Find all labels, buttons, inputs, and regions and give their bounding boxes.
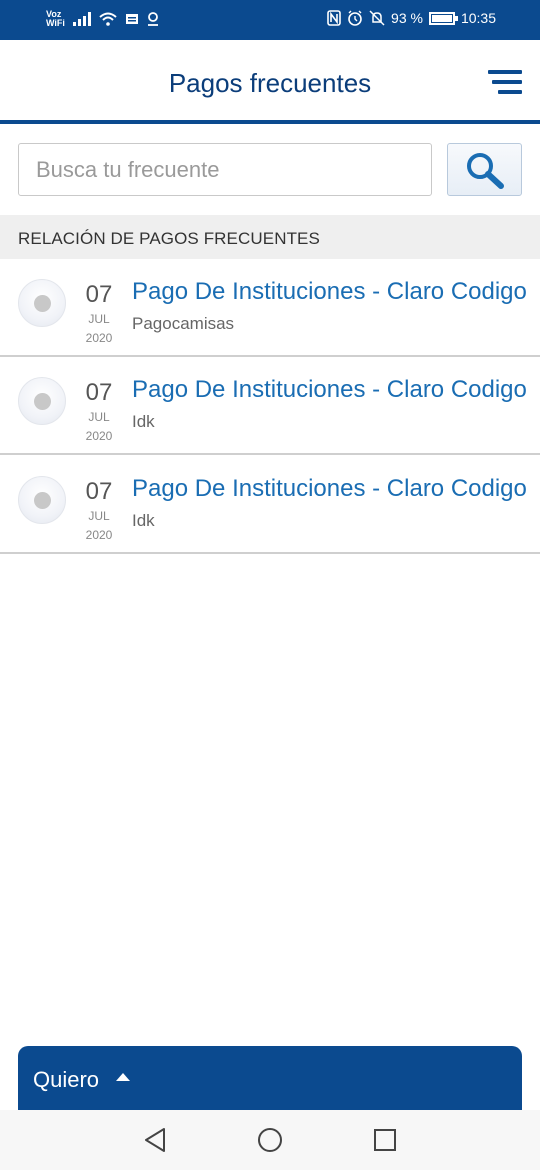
- battery-icon: [428, 11, 458, 25]
- status-bar: Voz WiFi 93 % 10:35: [0, 0, 540, 40]
- nfc-icon: [327, 10, 341, 26]
- date-month: JUL: [88, 312, 110, 326]
- date-year: 2020: [85, 429, 113, 443]
- message-icon: [125, 14, 138, 24]
- system-nav-bar: [0, 1110, 540, 1170]
- payment-title[interactable]: Pago De Instituciones - Claro Codigo: [132, 278, 527, 306]
- caret-up-icon: [116, 1073, 130, 1081]
- search-button[interactable]: [447, 143, 522, 196]
- wifi-label: WiFi: [46, 18, 65, 28]
- menu-icon[interactable]: [488, 70, 522, 96]
- battery-percent: 93 %: [391, 10, 423, 26]
- section-title: RELACIÓN DE PAGOS FRECUENTES: [18, 229, 320, 248]
- battery-level: [431, 14, 453, 22]
- location-icon: [147, 12, 158, 26]
- mute-icon: [369, 10, 385, 26]
- date-year: 2020: [85, 331, 113, 345]
- app-header: Pagos frecuentes: [0, 40, 540, 121]
- payment-item[interactable]: 07 JUL 2020 Pago De Instituciones - Clar…: [0, 456, 540, 554]
- radio-button[interactable]: [18, 476, 66, 524]
- status-bar-right: 93 % 10:35: [327, 10, 496, 26]
- status-bar-left: Voz WiFi: [46, 10, 159, 28]
- radio-dot: [34, 492, 51, 509]
- header-divider: [0, 120, 540, 124]
- date-year: 2020: [85, 528, 113, 542]
- radio-button[interactable]: [18, 279, 66, 327]
- payment-subtitle: Idk: [132, 412, 155, 431]
- search-input[interactable]: [18, 143, 432, 196]
- quiero-label: Quiero: [33, 1067, 100, 1092]
- payment-subtitle: Idk: [132, 511, 155, 530]
- payment-item[interactable]: 07 JUL 2020 Pago De Instituciones - Clar…: [0, 357, 540, 455]
- back-icon[interactable]: [142, 1126, 168, 1154]
- payment-title[interactable]: Pago De Instituciones - Claro Codigo: [132, 475, 527, 503]
- wifi-icon: [99, 12, 117, 26]
- date-month: JUL: [88, 410, 110, 424]
- home-icon[interactable]: [257, 1126, 283, 1154]
- page-title: Pagos frecuentes: [168, 68, 372, 98]
- radio-button[interactable]: [18, 377, 66, 425]
- search-icon: [467, 153, 504, 189]
- clock: 10:35: [460, 10, 496, 26]
- payment-subtitle: Pagocamisas: [132, 314, 235, 333]
- date-month: JUL: [88, 509, 110, 523]
- signal-icon: [72, 12, 91, 26]
- voz-wifi-indicator: Voz WiFi: [46, 10, 65, 28]
- payment-item[interactable]: 07 JUL 2020 Pago De Instituciones - Clar…: [0, 259, 540, 357]
- radio-dot: [34, 295, 51, 312]
- date-day: 07: [85, 379, 113, 406]
- payment-title[interactable]: Pago De Instituciones - Claro Codigo: [132, 376, 527, 404]
- quiero-button[interactable]: Quiero: [18, 1046, 522, 1110]
- alarm-icon: [348, 10, 362, 26]
- date-day: 07: [85, 478, 113, 505]
- date-day: 07: [85, 281, 113, 308]
- recents-icon[interactable]: [372, 1126, 398, 1154]
- radio-dot: [34, 393, 51, 410]
- section-header: RELACIÓN DE PAGOS FRECUENTES: [0, 215, 540, 259]
